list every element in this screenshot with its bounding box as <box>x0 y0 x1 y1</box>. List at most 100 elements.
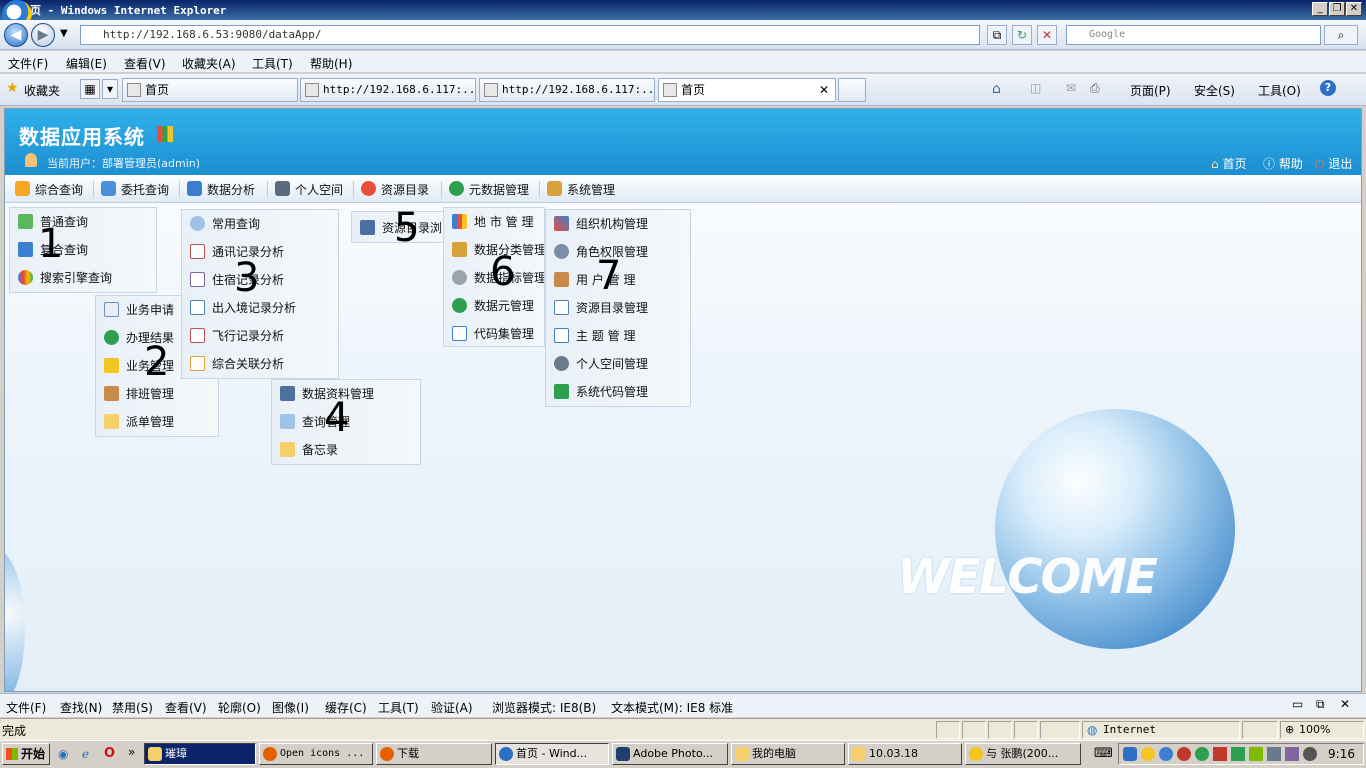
page-menu[interactable]: 页面(P) <box>1130 82 1171 99</box>
header-logout-link[interactable]: ⏻ 退出 <box>1315 155 1352 172</box>
tab-url-2[interactable]: http://192.168.6.117:... <box>479 78 655 102</box>
task-photoshop[interactable]: Adobe Photo... <box>612 743 728 765</box>
menu-item[interactable]: 复合查询 <box>10 236 156 264</box>
quicklaunch-icon[interactable]: ◉ <box>58 747 68 761</box>
nav-comprehensive-query[interactable]: 综合查询 <box>15 181 83 198</box>
dev-menu-images[interactable]: 图像(I) <box>272 699 309 716</box>
header-home-link[interactable]: ⌂ 首页 <box>1211 155 1246 172</box>
tools-menu[interactable]: 工具(O) <box>1258 82 1301 99</box>
tray-app-icon[interactable] <box>1195 747 1209 761</box>
task-downloads[interactable]: 下载 <box>376 743 492 765</box>
nav-personal-space[interactable]: 个人空间 <box>275 181 343 198</box>
tab-home-1[interactable]: 首页 <box>122 78 298 102</box>
zoom-control[interactable]: ⊕ 100% <box>1280 721 1364 739</box>
dev-menu-find[interactable]: 查找(N) <box>60 699 102 716</box>
menu-item[interactable]: 住宿记录分析 <box>182 266 338 294</box>
history-dropdown-icon[interactable]: ▼ <box>60 28 68 39</box>
keyboard-icon[interactable]: ⌨ <box>1094 746 1113 761</box>
menu-item[interactable]: 主 题 管 理 <box>546 322 690 350</box>
menu-item[interactable]: 常用查询 <box>182 210 338 238</box>
menu-item[interactable]: 组织机构管理 <box>546 210 690 238</box>
new-tab-button[interactable] <box>838 78 866 102</box>
menu-item[interactable]: 派单管理 <box>96 408 218 436</box>
compatibility-icon[interactable]: ⧉ <box>987 25 1007 45</box>
nav-metadata-management[interactable]: 元数据管理 <box>449 181 529 198</box>
more-quicklaunch-icon[interactable]: » <box>128 745 135 759</box>
menu-item[interactable]: 地 市 管 理 <box>444 208 544 236</box>
menu-favorites[interactable]: 收藏夹(A) <box>182 55 236 72</box>
protected-mode-icon[interactable] <box>1242 721 1278 739</box>
dev-menu-file[interactable]: 文件(F) <box>6 699 46 716</box>
tray-app-icon[interactable] <box>1123 747 1137 761</box>
zone-cell[interactable]: ◍ Internet <box>1082 721 1240 739</box>
menu-help[interactable]: 帮助(H) <box>310 55 352 72</box>
menu-item[interactable]: 通讯记录分析 <box>182 238 338 266</box>
mail-icon[interactable]: ✉ <box>1066 81 1076 95</box>
menu-item[interactable]: 综合关联分析 <box>182 350 338 378</box>
address-input[interactable]: http://192.168.6.53:9080/dataApp/ <box>80 25 980 45</box>
tray-app-icon[interactable] <box>1159 747 1173 761</box>
tray-app-icon[interactable] <box>1177 747 1191 761</box>
nav-system-management[interactable]: 系统管理 <box>547 181 615 198</box>
task-chat[interactable]: 与 张鹏(200... <box>965 743 1081 765</box>
task-my-computer[interactable]: 我的电脑 <box>731 743 845 765</box>
tray-app-icon[interactable] <box>1267 747 1281 761</box>
menu-edit[interactable]: 编辑(E) <box>66 55 107 72</box>
dev-menu-tools[interactable]: 工具(T) <box>378 699 419 716</box>
minimize-icon[interactable]: ▭ <box>1292 697 1303 711</box>
tray-app-icon[interactable] <box>1231 747 1245 761</box>
task-folder[interactable]: 璀璋 <box>144 743 256 765</box>
refresh-icon[interactable]: ↻ <box>1012 25 1032 45</box>
menu-item[interactable]: 数据元管理 <box>444 292 544 320</box>
home-icon[interactable]: ⌂ <box>992 81 1001 97</box>
minimize-button[interactable]: _ <box>1312 2 1328 16</box>
nav-data-analysis[interactable]: 数据分析 <box>187 181 255 198</box>
close-tab-icon[interactable]: ✕ <box>819 79 829 101</box>
dev-menu-outline[interactable]: 轮廓(O) <box>218 699 261 716</box>
tray-app-icon[interactable] <box>1249 747 1263 761</box>
opera-icon[interactable]: O <box>104 746 115 761</box>
dev-menu-view[interactable]: 查看(V) <box>165 699 207 716</box>
tab-list-icon[interactable]: ▾ <box>102 79 118 99</box>
browser-mode[interactable]: 浏览器模式: IE8(B) <box>492 699 596 716</box>
menu-item[interactable]: 代码集管理 <box>444 320 544 346</box>
dev-menu-disable[interactable]: 禁用(S) <box>112 699 153 716</box>
help-icon[interactable]: ? <box>1320 80 1336 96</box>
undock-icon[interactable]: ⧉ <box>1316 697 1325 712</box>
start-button[interactable]: 开始 <box>2 743 50 765</box>
forward-icon[interactable]: ▶ <box>31 23 55 47</box>
menu-file[interactable]: 文件(F) <box>8 55 48 72</box>
feeds-icon[interactable]: ◫ <box>1030 81 1041 95</box>
menu-item[interactable]: 个人空间管理 <box>546 350 690 378</box>
task-ie-home[interactable]: 首页 - Wind... <box>495 743 609 765</box>
search-input[interactable]: Google <box>1066 25 1321 45</box>
task-folder-date[interactable]: 10.03.18 <box>848 743 962 765</box>
menu-view[interactable]: 查看(V) <box>124 55 166 72</box>
dev-menu-validate[interactable]: 验证(A) <box>431 699 473 716</box>
menu-tools[interactable]: 工具(T) <box>252 55 293 72</box>
menu-item[interactable]: 普通查询 <box>10 208 156 236</box>
back-icon[interactable]: ◀ <box>4 23 28 47</box>
menu-item[interactable]: 出入境记录分析 <box>182 294 338 322</box>
tray-app-icon[interactable] <box>1141 747 1155 761</box>
menu-item[interactable]: 搜索引擎查询 <box>10 264 156 292</box>
window-title-bar[interactable]: 页 - Windows Internet Explorer _ ❐ ✕ <box>0 0 1366 20</box>
dev-menu-cache[interactable]: 缓存(C) <box>325 699 367 716</box>
close-window-button[interactable]: ✕ <box>1346 2 1362 16</box>
safety-menu[interactable]: 安全(S) <box>1194 82 1235 99</box>
task-firefox-open-icons[interactable]: Open icons ... <box>259 743 373 765</box>
nav-entrusted-query[interactable]: 委托查询 <box>101 181 169 198</box>
tab-url-1[interactable]: http://192.168.6.117:... <box>300 78 476 102</box>
document-mode[interactable]: 文本模式(M): IE8 标准 <box>611 699 733 716</box>
tray-app-icon[interactable] <box>1213 747 1227 761</box>
menu-item[interactable]: 飞行记录分析 <box>182 322 338 350</box>
restore-button[interactable]: ❐ <box>1329 2 1345 16</box>
search-icon[interactable]: ⌕ <box>1324 25 1358 45</box>
print-icon[interactable]: ⎙ <box>1090 81 1100 96</box>
menu-item[interactable]: 系统代码管理 <box>546 378 690 406</box>
tab-home-active[interactable]: 首页 ✕ <box>658 78 836 102</box>
favorites-button[interactable]: 收藏夹 <box>24 82 60 99</box>
tray-app-icon[interactable] <box>1285 747 1299 761</box>
header-help-link[interactable]: ⓘ 帮助 <box>1263 155 1303 172</box>
stop-icon[interactable]: ✕ <box>1037 25 1057 45</box>
